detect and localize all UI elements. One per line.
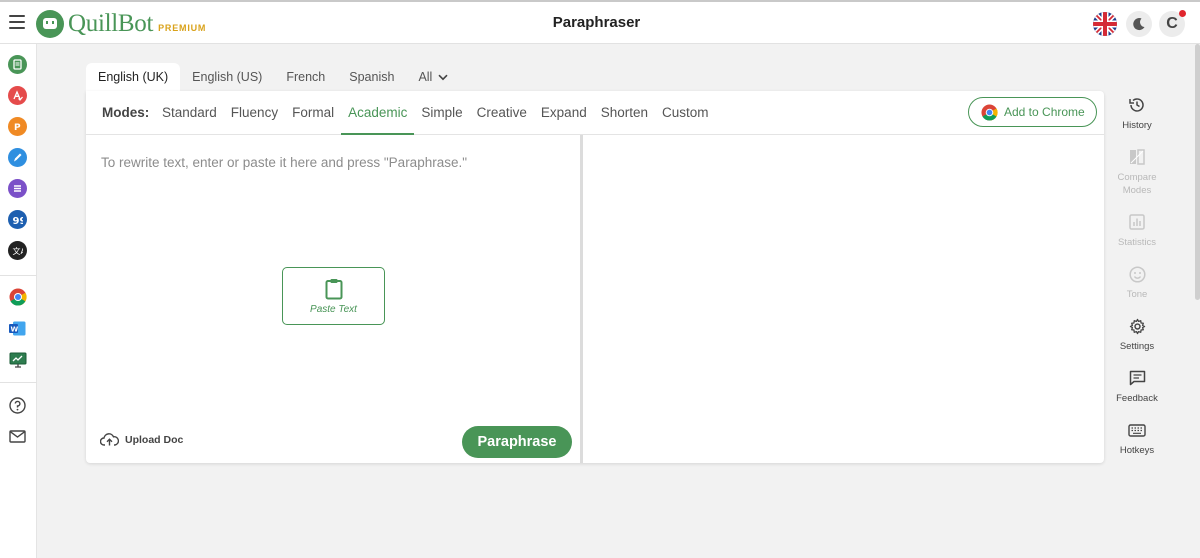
paraphrase-button[interactable]: Paraphrase [462, 426, 572, 458]
tab-english-uk[interactable]: English (UK) [86, 63, 181, 91]
output-text-area [583, 135, 1104, 463]
grammar-checker-icon[interactable] [8, 86, 27, 105]
chrome-extension-icon[interactable] [8, 287, 27, 306]
mode-custom[interactable]: Custom [655, 91, 716, 135]
statistics-icon [1129, 214, 1145, 230]
logo-text: QuillBot [68, 10, 154, 37]
mode-standard[interactable]: Standard [155, 91, 224, 135]
cloud-upload-icon [100, 433, 119, 446]
tab-all-languages[interactable]: All [406, 63, 460, 91]
mode-list: Standard Fluency Formal Academic Simple … [155, 91, 716, 135]
upload-doc-button[interactable]: Upload Doc [100, 433, 183, 446]
all-languages-label: All [418, 70, 433, 84]
co-writer-icon[interactable] [8, 148, 27, 167]
compare-modes-icon [1130, 149, 1145, 165]
tab-english-us[interactable]: English (US) [180, 63, 274, 91]
page-scrollbar[interactable] [1195, 44, 1200, 300]
svg-text:99: 99 [13, 216, 24, 225]
left-tool-rail: P 99 文A W [0, 44, 37, 558]
language-tabs: English (UK) English (US) French Spanish… [86, 63, 460, 91]
mode-fluency[interactable]: Fluency [224, 91, 285, 135]
word-addin-icon[interactable]: W [8, 319, 27, 338]
add-to-chrome-label: Add to Chrome [1004, 105, 1085, 119]
hotkeys-button[interactable]: Hotkeys [1108, 420, 1166, 457]
svg-text:W: W [11, 326, 19, 334]
mode-expand[interactable]: Expand [534, 91, 594, 135]
quillbot-logo[interactable]: QuillBot PREMIUM [36, 9, 206, 39]
tone-label: Tone [1126, 289, 1148, 300]
svg-text:文A: 文A [13, 246, 24, 256]
compare-modes-button[interactable]: Compare Modes [1108, 147, 1166, 197]
help-icon[interactable] [8, 396, 27, 415]
feedback-button[interactable]: Feedback [1108, 368, 1166, 405]
rail-divider [0, 275, 37, 276]
history-icon [1129, 98, 1144, 112]
chrome-icon [981, 103, 998, 121]
mail-icon[interactable] [8, 427, 27, 446]
summarizer-icon[interactable] [8, 179, 27, 198]
paraphraser-icon[interactable] [8, 55, 27, 74]
clipboard-icon [325, 278, 342, 299]
add-to-chrome-button[interactable]: Add to Chrome [968, 97, 1097, 127]
modes-bar: Modes: Standard Fluency Formal Academic … [86, 91, 1104, 135]
plagiarism-checker-icon[interactable]: P [8, 117, 27, 136]
rail-divider [0, 382, 37, 383]
tab-french[interactable]: French [274, 63, 337, 91]
tone-icon [1128, 265, 1146, 283]
top-header: QuillBot PREMIUM Paraphraser C [0, 0, 1200, 44]
feedback-icon [1129, 370, 1145, 386]
paste-text-label: Paste Text [310, 303, 357, 315]
moon-icon [1133, 18, 1145, 31]
quillbot-robot-icon [36, 10, 64, 38]
chevron-down-icon [438, 74, 448, 80]
mode-formal[interactable]: Formal [285, 91, 341, 135]
modes-label: Modes: [102, 105, 150, 120]
tab-spanish[interactable]: Spanish [337, 63, 406, 91]
upload-doc-label: Upload Doc [125, 433, 184, 446]
premium-badge: PREMIUM [158, 22, 207, 33]
history-label: History [1122, 120, 1152, 131]
statistics-label: Statistics [1117, 237, 1156, 248]
uk-flag-language-icon[interactable] [1093, 12, 1117, 36]
compare-modes-label: Compare Modes [1117, 172, 1157, 196]
translator-icon[interactable]: 文A [8, 241, 27, 260]
hotkeys-label: Hotkeys [1119, 445, 1155, 456]
citation-generator-icon[interactable]: 99 [8, 210, 27, 229]
mode-academic[interactable]: Academic [341, 91, 415, 135]
settings-label: Settings [1119, 341, 1155, 352]
input-text-area[interactable]: To rewrite text, enter or paste it here … [86, 135, 580, 463]
hamburger-menu-icon[interactable] [9, 15, 25, 29]
history-button[interactable]: History [1108, 95, 1166, 132]
notification-dot [1179, 10, 1186, 17]
svg-text:P: P [14, 123, 21, 132]
desktop-app-icon[interactable] [8, 350, 27, 369]
settings-button[interactable]: Settings [1108, 316, 1166, 353]
tone-button[interactable]: Tone [1108, 264, 1166, 301]
mode-shorten[interactable]: Shorten [594, 91, 655, 135]
mode-simple[interactable]: Simple [414, 91, 469, 135]
dark-mode-toggle[interactable] [1126, 11, 1152, 37]
keyboard-icon [1128, 423, 1146, 437]
settings-icon [1129, 318, 1145, 334]
feedback-label: Feedback [1116, 393, 1158, 404]
paraphraser-panel: Modes: Standard Fluency Formal Academic … [86, 91, 1104, 463]
statistics-button[interactable]: Statistics [1108, 212, 1166, 249]
mode-creative[interactable]: Creative [470, 91, 534, 135]
input-placeholder: To rewrite text, enter or paste it here … [101, 155, 468, 170]
paste-text-button[interactable]: Paste Text [282, 267, 385, 325]
